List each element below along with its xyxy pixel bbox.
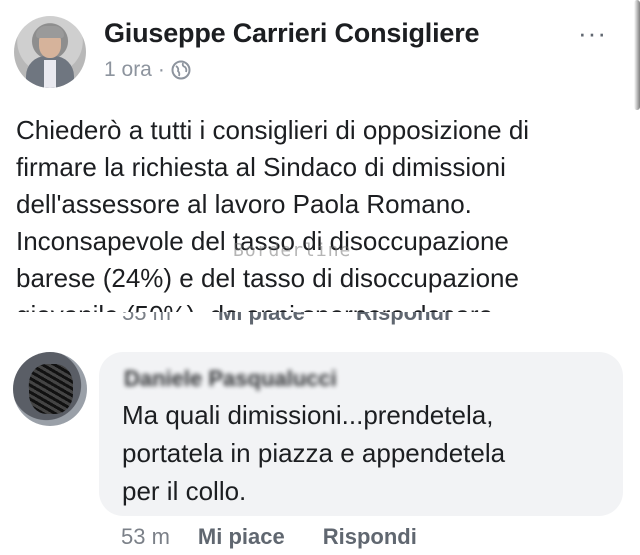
avatar-hair xyxy=(36,26,64,38)
seam-like-button[interactable]: Mi piace xyxy=(218,312,305,326)
screenshot-seam: 55 m Mi piace Rispondi xyxy=(0,312,640,326)
post-text-line: firmare la richiesta al Sindaco di dimis… xyxy=(16,152,506,182)
post-text-line: dell'assessore al lavoro Paola Romano. xyxy=(16,189,472,219)
post-text-line: giovanile (50%), da anni sperpera denaro xyxy=(16,297,616,312)
meta-separator: · xyxy=(157,58,165,81)
post-timestamp[interactable]: 1 ora xyxy=(104,58,152,82)
comment-timestamp[interactable]: 53 m xyxy=(121,524,170,550)
more-options-icon[interactable]: ··· xyxy=(578,18,607,49)
seam-reply-button[interactable]: Rispondi xyxy=(356,312,450,326)
avatar-shirt xyxy=(44,60,56,88)
comment-text-line: portatela in piazza e appendetela xyxy=(122,438,506,468)
commenter-avatar[interactable] xyxy=(13,352,87,426)
like-button[interactable]: Mi piace xyxy=(198,524,285,550)
post-card: Giuseppe Carrieri Consigliere 1 ora · ··… xyxy=(0,0,640,312)
comment-actions: 53 m Mi piace Rispondi xyxy=(121,524,417,550)
post-author-name[interactable]: Giuseppe Carrieri Consigliere xyxy=(104,18,480,49)
globe-icon xyxy=(171,60,191,80)
seam-time: 55 m xyxy=(122,312,171,325)
reply-button[interactable]: Rispondi xyxy=(323,524,417,550)
comment-text-line: Ma quali dimissioni...prendetela, xyxy=(122,400,494,430)
post-body: Chiederò a tutti i consiglieri di opposi… xyxy=(16,112,616,312)
avatar-scribble xyxy=(29,364,73,414)
post-meta: 1 ora · xyxy=(104,58,191,82)
post-text-line: barese (24%) e del tasso di disoccupazio… xyxy=(16,263,519,293)
post-text-line: Chiederò a tutti i consiglieri di opposi… xyxy=(16,115,530,145)
author-avatar[interactable] xyxy=(14,16,86,88)
screen-edge-shadow xyxy=(634,0,640,110)
comment-text-line: per il collo. xyxy=(122,476,247,506)
comment-body: Ma quali dimissioni...prendetela, portat… xyxy=(122,396,602,510)
commenter-name[interactable]: Daniele Pasqualucci xyxy=(124,366,337,392)
watermark-text: Borderline xyxy=(233,240,352,261)
